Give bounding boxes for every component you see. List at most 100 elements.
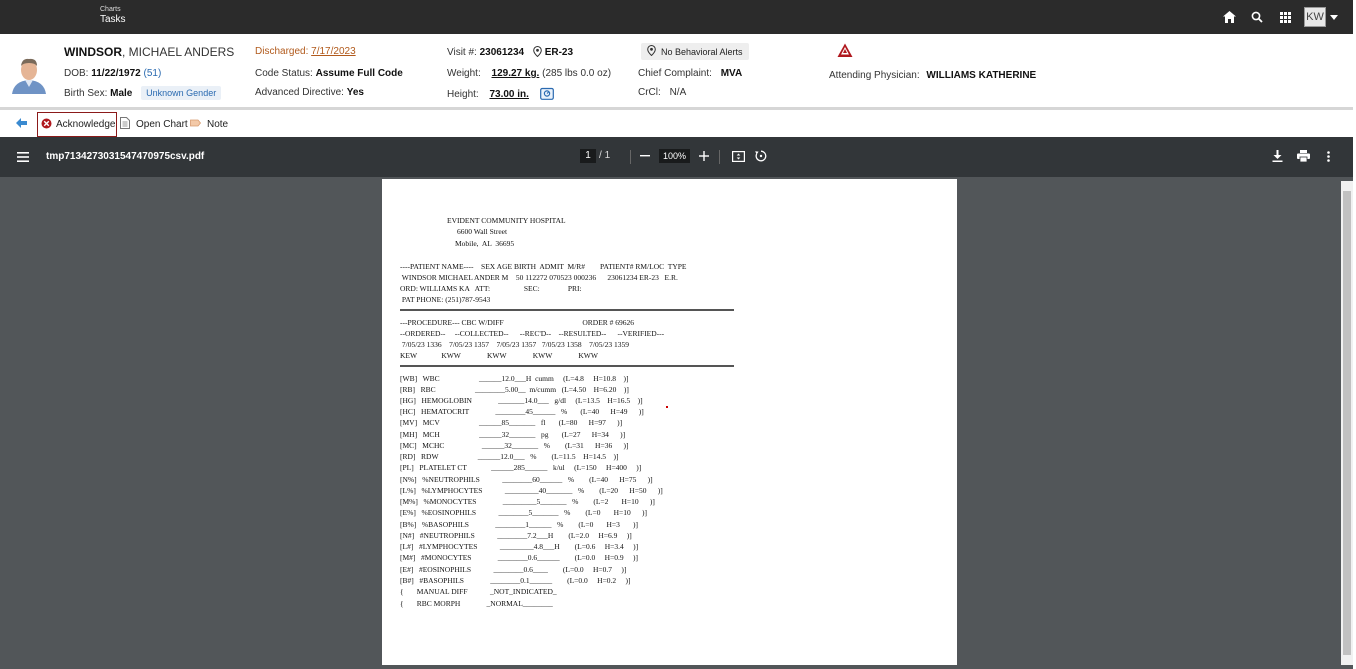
page-count: / 1 [599,150,610,161]
page-number-input[interactable]: 1 [580,149,596,163]
patient-avatar [8,54,50,94]
acknowledge-button[interactable]: Acknowledge [37,112,117,137]
note-button[interactable]: Note [190,112,228,137]
report-line: 6600 Wall Street [457,227,508,236]
report-divider [400,365,734,367]
report-line: [MV] MCV ______85_______ fl (L=80 H=97 )… [400,418,623,427]
visit-value: 23061234 [479,47,525,58]
action-toolbar: Acknowledge Open Chart Note [0,112,1356,137]
note-label: Note [207,119,229,130]
red-mark [666,406,668,408]
pdf-viewer-toolbar: tmp7134273031547470975csv.pdf 1 / 1 100% [0,137,1356,177]
report-line: [L#] #LYMPHOCYTES _________4.8___H (L=0.… [400,542,639,551]
weight-value[interactable]: 129.27 kg. [492,68,540,79]
fit-to-page-icon[interactable] [731,149,745,163]
report-line: PAT PHONE: (251)787-9543 [400,295,491,304]
chief-complaint-value: MVA [720,68,743,79]
patient-name: WINDSOR, MICHAEL ANDERS [64,45,234,59]
alert-pin-icon [647,44,656,58]
more-options-icon[interactable] [1321,149,1335,163]
report-line: [WB] WBC ______12.0___H cumm (L=4.8 H=10… [400,374,629,383]
report-line: { RBC MORPH _NORMAL________ [400,599,553,608]
crcl-field: CrCl: N/A [638,87,686,98]
zoom-in-icon[interactable] [697,149,711,163]
location-value: ER-23 [544,47,574,58]
behavioral-alerts-badge[interactable]: No Behavioral Alerts [641,43,749,60]
dob-field: DOB: 11/22/1972 (51) [64,68,161,79]
page-total: 1 [604,150,611,161]
back-arrow-icon [16,118,27,131]
report-line: [N#] #NEUTROPHILS ________7.2___H (L=2.0… [400,531,632,540]
crcl-label: CrCl: [638,87,661,98]
patient-last-name: WINDSOR [64,45,122,59]
rotate-icon[interactable] [754,149,768,163]
report-line: [M%] %MONOCYTES _________5_______ % (L=2… [400,497,655,506]
open-chart-button[interactable]: Open Chart [120,112,188,137]
acknowledge-label: Acknowledge [56,119,116,130]
zoom-out-icon[interactable] [638,149,652,163]
page-separator: / [599,150,602,161]
report-line: [MH] MCH ______32_______ pg (L=27 H=34 )… [400,430,626,439]
code-status-value: Assume Full Code [315,68,403,79]
dob-value: 11/22/1972 [91,68,141,79]
location-pin-icon [533,45,542,60]
apps-grid-icon[interactable] [1276,8,1294,26]
attending-physician-value: WILLIAMS KATHERINE [926,70,1037,81]
page-title: Tasks [100,14,126,25]
code-status-label: Code Status: [255,68,313,79]
height-label: Height: [447,89,479,100]
age-value: (51) [143,68,162,79]
report-line: [L%] %LYMPHOCYTES _________40_______ % (… [400,486,663,495]
advanced-directive-field: Advanced Directive: Yes [255,87,364,98]
open-chart-label: Open Chart [136,119,188,130]
chief-complaint-field: Chief Complaint: MVA [638,68,742,79]
chevron-down-icon[interactable] [1330,14,1338,20]
height-value[interactable]: 73.00 in. [489,89,528,100]
acknowledge-icon [41,118,52,132]
birth-sex-label: Birth Sex: [64,88,108,99]
weight-field: Weight: 129.27 kg. (285 lbs 0.0 oz) [447,68,611,79]
visit-label: Visit #: [447,47,477,58]
zoom-level-input[interactable]: 100% [659,149,690,163]
birth-sex-field: Birth Sex: Male Unknown Gender [64,86,222,100]
document-icon [120,117,130,132]
toolbar-divider [630,150,631,164]
download-icon[interactable] [1270,149,1284,163]
weight-label: Weight: [447,68,481,79]
report-line: --ORDERED-- --COLLECTED-- --REC'D-- --RE… [400,329,665,338]
pdf-filename: tmp7134273031547470975csv.pdf [46,151,205,162]
note-icon [190,118,202,131]
discharged-date[interactable]: 7/17/2023 [311,46,356,57]
print-icon[interactable] [1296,149,1310,163]
report-line: [PL] PLATELET CT ______285______ k/ul (L… [400,463,642,472]
search-icon[interactable] [1248,8,1266,26]
hamburger-menu-icon[interactable] [17,151,29,162]
pdf-scrollbar[interactable] [1341,181,1353,665]
advanced-directive-value: Yes [346,87,364,98]
report-line: [HC] HEMATOCRIT ________45______ % (L=40… [400,407,644,416]
measurement-icon[interactable] [539,87,554,103]
breadcrumb-parent[interactable]: Charts [100,6,126,13]
chief-complaint-label: Chief Complaint: [638,68,712,79]
user-menu-button[interactable]: KW [1304,7,1326,27]
advanced-directive-label: Advanced Directive: [255,87,344,98]
patient-first-names: , MICHAEL ANDERS [122,45,235,59]
report-line: [N%] %NEUTROPHILS ________60______ % (L=… [400,475,653,484]
behavioral-alerts-label: No Behavioral Alerts [661,46,743,57]
scrollbar-thumb[interactable] [1343,191,1351,655]
toolbar-divider [719,150,720,164]
attending-physician-label: Attending Physician: [829,70,920,81]
report-line: EVIDENT COMMUNITY HOSPITAL [447,216,566,225]
back-button[interactable] [16,112,27,137]
patient-header: WINDSOR, MICHAEL ANDERS DOB: 11/22/1972 … [0,34,1356,110]
report-line: [E#] #EOSINOPHILS ________0.6____ (L=0.0… [400,565,627,574]
breadcrumb[interactable]: Charts Tasks [100,6,126,25]
dob-label: DOB: [64,68,89,79]
gender-badge: Unknown Gender [141,86,222,100]
report-line: [RB] RBC ________5.00__ m/cumm (L=4.50 H… [400,385,629,394]
report-line: ---PROCEDURE--- CBC W/DIFF ORDER # 69626 [400,318,635,327]
home-icon[interactable] [1220,8,1238,26]
report-line: [E%] %EOSINOPHILS ________5_______ % (L=… [400,508,647,517]
discharged-field: Discharged: 7/17/2023 [255,46,356,57]
allergy-warning-icon[interactable] [837,43,853,58]
